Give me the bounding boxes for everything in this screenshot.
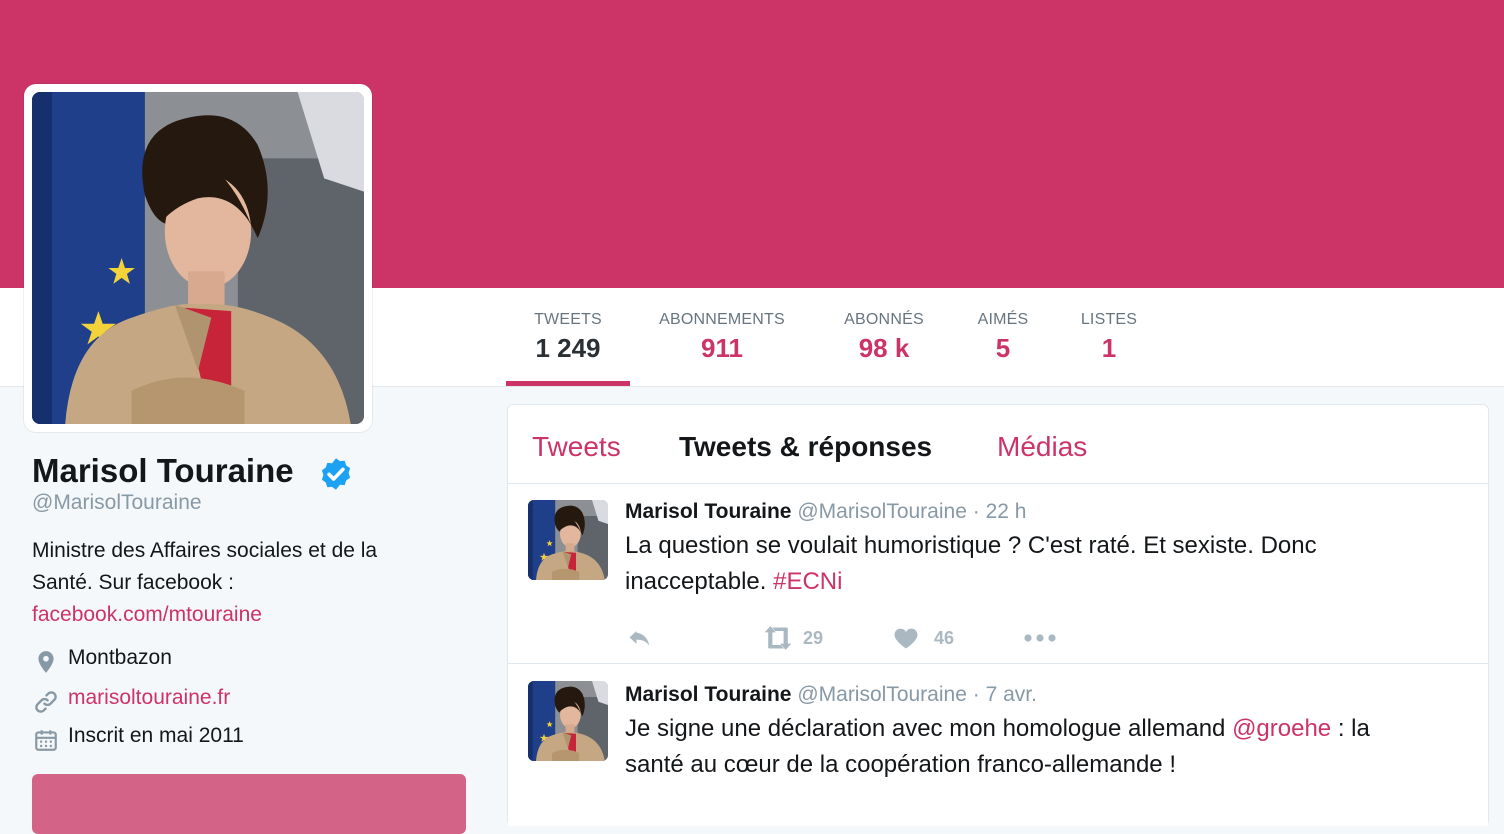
profile-avatar[interactable] <box>24 84 372 432</box>
stat-label: AIMÉS <box>977 311 1029 328</box>
timeline: Tweets Tweets & réponses Médias Marisol … <box>507 404 1489 826</box>
stat-value: 911 <box>701 333 743 363</box>
link-icon <box>35 691 57 713</box>
tweet-header: Marisol Touraine @MarisolTouraine · 22 h <box>625 500 1026 524</box>
tweet-avatar[interactable] <box>528 500 608 580</box>
reply-icon <box>629 631 650 646</box>
more-dots-icon <box>1024 634 1056 642</box>
profile-bio: Ministre des Affaires sociales et de la … <box>32 535 452 631</box>
stat-value: 1 <box>1101 333 1117 363</box>
tweet-hashtag[interactable]: #ECNi <box>773 568 842 595</box>
location-pin-icon <box>38 651 54 673</box>
tab-tweets[interactable]: Tweets <box>532 431 621 463</box>
website-link[interactable]: marisoltouraine.fr <box>68 686 230 710</box>
tweet-text: Je signe une déclaration avec mon homolo… <box>625 711 1425 783</box>
reply-button[interactable] <box>625 624 655 652</box>
verified-badge-icon <box>321 458 351 490</box>
tweet[interactable]: Marisol Touraine @MarisolTouraine · 7 av… <box>508 663 1488 826</box>
tweet-text-line: Je signe une déclaration avec mon homolo… <box>625 711 1425 747</box>
stat-value: 5 <box>995 333 1011 363</box>
more-options-button[interactable] <box>1022 624 1058 652</box>
stat-label: LISTES <box>1080 311 1138 328</box>
location-text: Montbazon <box>68 646 172 669</box>
timeline-tabs: Tweets Tweets & réponses Médias <box>508 405 1488 484</box>
stat-lists[interactable]: LISTES 1 <box>1074 288 1144 386</box>
profile-name[interactable]: Marisol Touraine <box>32 452 294 490</box>
bio-line: Ministre des Affaires sociales et de la <box>32 539 378 562</box>
tweet-text-line: La question se voulait humoristique ? C'… <box>625 532 1317 559</box>
tweet-author-handle[interactable]: @MarisolTouraine <box>797 500 967 523</box>
stat-likes[interactable]: AIMÉS 5 <box>968 288 1038 386</box>
stat-tweets[interactable]: TWEETS 1 249 <box>506 288 630 386</box>
follow-button[interactable] <box>32 774 466 834</box>
stat-following[interactable]: ABONNEMENTS 911 <box>650 288 794 386</box>
bio-facebook-link[interactable]: facebook.com/mtouraine <box>32 603 262 626</box>
tweet-mention[interactable]: @groehe <box>1232 715 1331 742</box>
tweet-text-fragment: inacceptable. <box>625 568 767 595</box>
tweet-time[interactable]: 7 avr. <box>986 683 1037 706</box>
stat-value: 98 k <box>858 333 910 363</box>
tweet-separator: · <box>966 500 986 523</box>
joined-text: Inscrit en mai 2011 <box>68 724 244 747</box>
calendar-icon <box>35 730 57 751</box>
tweet-text-line: inacceptable. #ECNi <box>625 564 1425 600</box>
tweet-text: La question se voulait humoristique ? C'… <box>625 528 1425 600</box>
retweet-count: 29 <box>803 628 824 648</box>
tweet-header: Marisol Touraine @MarisolTouraine · 7 av… <box>625 683 1037 707</box>
tweet-author-name[interactable]: Marisol Touraine <box>625 500 791 523</box>
profile-photo <box>32 92 364 424</box>
tweet-separator: · <box>966 683 986 706</box>
tweet-text-fragment: Je signe une déclaration avec mon homolo… <box>625 715 1233 742</box>
profile-handle[interactable]: @MarisolTouraine <box>32 491 202 515</box>
tweet-author-name[interactable]: Marisol Touraine <box>625 683 791 706</box>
stat-value: 1 249 <box>535 333 601 363</box>
like-button[interactable]: 46 <box>892 624 972 652</box>
tab-tweets-replies[interactable]: Tweets & réponses <box>679 431 932 463</box>
tweet-time[interactable]: 22 h <box>986 500 1027 523</box>
tweet-author-handle[interactable]: @MarisolTouraine <box>797 683 967 706</box>
tweet-text-fragment: : la <box>1331 715 1370 742</box>
retweet-icon <box>764 626 792 650</box>
tab-medias[interactable]: Médias <box>997 431 1087 463</box>
stat-label: ABONNÉS <box>844 311 924 328</box>
tweet[interactable]: Marisol Touraine @MarisolTouraine · 22 h… <box>508 484 1488 663</box>
stat-label: TWEETS <box>534 311 602 328</box>
stat-followers[interactable]: ABONNÉS 98 k <box>836 288 932 386</box>
bio-line: Santé. Sur facebook : <box>32 571 234 594</box>
heart-icon <box>894 628 918 649</box>
tweet-text-line: santé au cœur de la coopération franco-a… <box>625 751 1176 778</box>
retweet-button[interactable]: 29 <box>761 624 841 652</box>
stat-label: ABONNEMENTS <box>659 311 785 328</box>
tweet-avatar[interactable] <box>528 681 608 761</box>
like-count: 46 <box>934 628 955 648</box>
